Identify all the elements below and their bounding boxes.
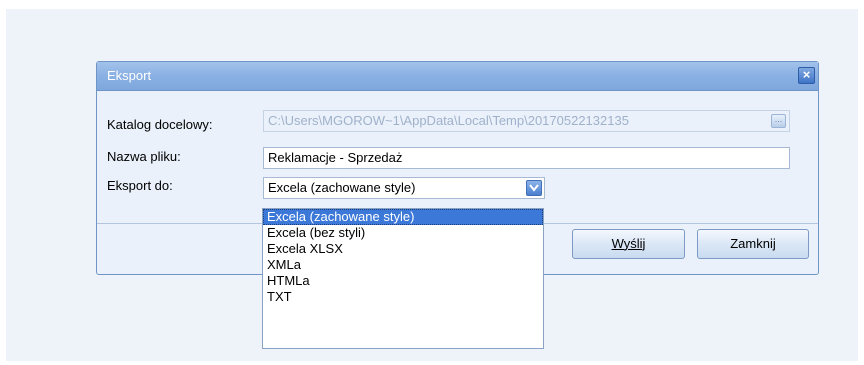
export-format-dropdown: Excela (zachowane style) Excela (bez sty… — [262, 208, 544, 349]
filename-value: Reklamacje - Sprzedaż — [268, 150, 403, 165]
dropdown-option[interactable]: XMLa — [263, 257, 543, 273]
catalog-label: Katalog docelowy: — [107, 117, 213, 132]
dropdown-option[interactable]: TXT — [263, 289, 543, 305]
catalog-value: C:\Users\MGOROW~1\AppData\Local\Temp\201… — [268, 113, 629, 128]
filename-field[interactable]: Reklamacje - Sprzedaż — [263, 147, 790, 169]
dropdown-option[interactable]: Excela (zachowane style) — [263, 209, 543, 225]
chevron-down-icon[interactable] — [526, 180, 542, 196]
export-label: Eksport do: — [107, 178, 173, 193]
dropdown-option[interactable]: Excela XLSX — [263, 241, 543, 257]
send-button[interactable]: Wyślij — [572, 229, 685, 259]
filename-label: Nazwa pliku: — [107, 149, 181, 164]
export-format-value: Excela (zachowane style) — [268, 180, 416, 195]
dropdown-option[interactable]: Excela (bez styli) — [263, 225, 543, 241]
close-button[interactable]: Zamknij — [697, 229, 809, 259]
browse-folder-button: ... — [771, 114, 786, 128]
catalog-field: C:\Users\MGOROW~1\AppData\Local\Temp\201… — [263, 110, 790, 132]
close-icon[interactable]: × — [798, 67, 815, 84]
send-button-label: Wyślij — [611, 236, 646, 251]
export-format-select[interactable]: Excela (zachowane style) — [263, 177, 545, 199]
dropdown-option[interactable]: HTMLa — [263, 273, 543, 289]
dialog-title: Eksport — [107, 68, 152, 83]
dialog-titlebar[interactable]: Eksport × — [97, 62, 818, 91]
